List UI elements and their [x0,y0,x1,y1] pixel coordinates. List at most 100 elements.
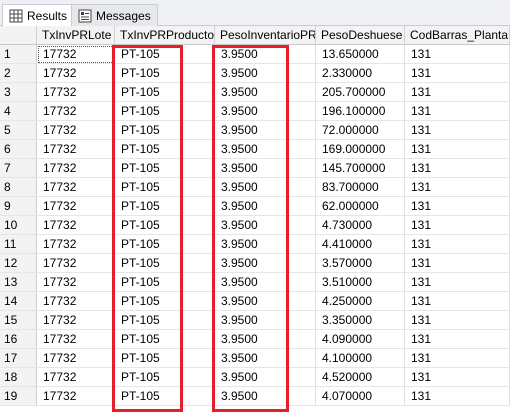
lote-cell[interactable]: 17732 [37,102,115,121]
producto-cell[interactable]: PT-105 [115,102,215,121]
tab-messages[interactable]: Messages [71,4,158,26]
peso-deshuese-cell[interactable]: 13.650000 [316,45,405,64]
table-row[interactable]: 7 17732 PT-105 3.9500 145.700000 131 [0,159,510,178]
table-row[interactable]: 11 17732 PT-105 3.9500 4.410000 131 [0,235,510,254]
peso-deshuese-cell[interactable]: 4.410000 [316,235,405,254]
peso-inventario-cell[interactable]: 3.9500 [215,45,316,64]
row-number[interactable]: 14 [0,292,37,311]
row-number[interactable]: 15 [0,311,37,330]
peso-deshuese-cell[interactable]: 4.090000 [316,330,405,349]
producto-header[interactable]: TxInvPRProducto [115,26,215,45]
row-number[interactable]: 18 [0,368,37,387]
lote-cell[interactable]: 17732 [37,140,115,159]
lote-cell[interactable]: 17732 [37,197,115,216]
peso-inventario-cell[interactable]: 3.9500 [215,235,316,254]
row-number[interactable]: 17 [0,349,37,368]
tab-results[interactable]: Results [2,4,75,27]
producto-cell[interactable]: PT-105 [115,330,215,349]
row-number-header[interactable] [0,26,37,45]
producto-cell[interactable]: PT-105 [115,387,215,406]
codbarras-cell[interactable]: 131 [405,197,510,216]
peso-deshuese-cell[interactable]: 2.330000 [316,64,405,83]
peso-inventario-cell[interactable]: 3.9500 [215,178,316,197]
producto-cell[interactable]: PT-105 [115,349,215,368]
lote-cell[interactable]: 17732 [37,83,115,102]
lote-cell[interactable]: 17732 [37,235,115,254]
producto-cell[interactable]: PT-105 [115,159,215,178]
peso-deshuese-cell[interactable]: 4.730000 [316,216,405,235]
peso-deshuese-cell[interactable]: 196.100000 [316,102,405,121]
row-number[interactable]: 12 [0,254,37,273]
codbarras-cell[interactable]: 131 [405,216,510,235]
table-row[interactable]: 3 17732 PT-105 3.9500 205.700000 131 [0,83,510,102]
lote-cell[interactable]: 17732 [37,330,115,349]
lote-cell[interactable]: 17732 [37,178,115,197]
peso-deshuese-cell[interactable]: 4.250000 [316,292,405,311]
codbarras-cell[interactable]: 131 [405,330,510,349]
codbarras-cell[interactable]: 131 [405,273,510,292]
table-row[interactable]: 8 17732 PT-105 3.9500 83.700000 131 [0,178,510,197]
lote-cell[interactable]: 17732 [37,368,115,387]
row-number[interactable]: 5 [0,121,37,140]
table-row[interactable]: 2 17732 PT-105 3.9500 2.330000 131 [0,64,510,83]
table-row[interactable]: 4 17732 PT-105 3.9500 196.100000 131 [0,102,510,121]
lote-header[interactable]: TxInvPRLote [37,26,115,45]
row-number[interactable]: 3 [0,83,37,102]
lote-cell[interactable]: 17732 [37,273,115,292]
row-number[interactable]: 16 [0,330,37,349]
codbarras-header[interactable]: CodBarras_Planta [405,26,510,45]
producto-cell[interactable]: PT-105 [115,292,215,311]
producto-cell[interactable]: PT-105 [115,140,215,159]
peso-inventario-cell[interactable]: 3.9500 [215,64,316,83]
table-row[interactable]: 17 17732 PT-105 3.9500 4.100000 131 [0,349,510,368]
table-row[interactable]: 6 17732 PT-105 3.9500 169.000000 131 [0,140,510,159]
peso-deshuese-cell[interactable]: 62.000000 [316,197,405,216]
codbarras-cell[interactable]: 131 [405,292,510,311]
row-number[interactable]: 4 [0,102,37,121]
peso-inventario-cell[interactable]: 3.9500 [215,102,316,121]
peso-deshuese-cell[interactable]: 169.000000 [316,140,405,159]
table-row[interactable]: 14 17732 PT-105 3.9500 4.250000 131 [0,292,510,311]
producto-cell[interactable]: PT-105 [115,83,215,102]
codbarras-cell[interactable]: 131 [405,254,510,273]
row-number[interactable]: 8 [0,178,37,197]
producto-cell[interactable]: PT-105 [115,368,215,387]
codbarras-cell[interactable]: 131 [405,121,510,140]
peso-inventario-header[interactable]: PesoInventarioPR [215,26,316,45]
lote-cell[interactable]: 17732 [37,349,115,368]
table-row[interactable]: 18 17732 PT-105 3.9500 4.520000 131 [0,368,510,387]
peso-deshuese-cell[interactable]: 4.100000 [316,349,405,368]
table-row[interactable]: 10 17732 PT-105 3.9500 4.730000 131 [0,216,510,235]
producto-cell[interactable]: PT-105 [115,254,215,273]
table-row[interactable]: 5 17732 PT-105 3.9500 72.000000 131 [0,121,510,140]
codbarras-cell[interactable]: 131 [405,235,510,254]
producto-cell[interactable]: PT-105 [115,178,215,197]
producto-cell[interactable]: PT-105 [115,216,215,235]
row-number[interactable]: 1 [0,45,37,64]
peso-deshuese-cell[interactable]: 83.700000 [316,178,405,197]
lote-cell[interactable]: 17732 [37,311,115,330]
peso-inventario-cell[interactable]: 3.9500 [215,330,316,349]
table-row[interactable]: 19 17732 PT-105 3.9500 4.070000 131 [0,387,510,406]
lote-cell[interactable]: 17732 [37,387,115,406]
table-row[interactable]: 1 17732 PT-105 3.9500 13.650000 131 [0,45,510,64]
codbarras-cell[interactable]: 131 [405,102,510,121]
table-row[interactable]: 13 17732 PT-105 3.9500 3.510000 131 [0,273,510,292]
codbarras-cell[interactable]: 131 [405,178,510,197]
producto-cell[interactable]: PT-105 [115,197,215,216]
lote-cell[interactable]: 17732 [37,45,115,64]
producto-cell[interactable]: PT-105 [115,311,215,330]
producto-cell[interactable]: PT-105 [115,235,215,254]
lote-cell[interactable]: 17732 [37,64,115,83]
lote-cell[interactable]: 17732 [37,254,115,273]
peso-inventario-cell[interactable]: 3.9500 [215,292,316,311]
row-number[interactable]: 9 [0,197,37,216]
codbarras-cell[interactable]: 131 [405,349,510,368]
row-number[interactable]: 7 [0,159,37,178]
row-number[interactable]: 13 [0,273,37,292]
lote-cell[interactable]: 17732 [37,216,115,235]
lote-cell[interactable]: 17732 [37,159,115,178]
codbarras-cell[interactable]: 131 [405,311,510,330]
row-number[interactable]: 10 [0,216,37,235]
peso-inventario-cell[interactable]: 3.9500 [215,159,316,178]
